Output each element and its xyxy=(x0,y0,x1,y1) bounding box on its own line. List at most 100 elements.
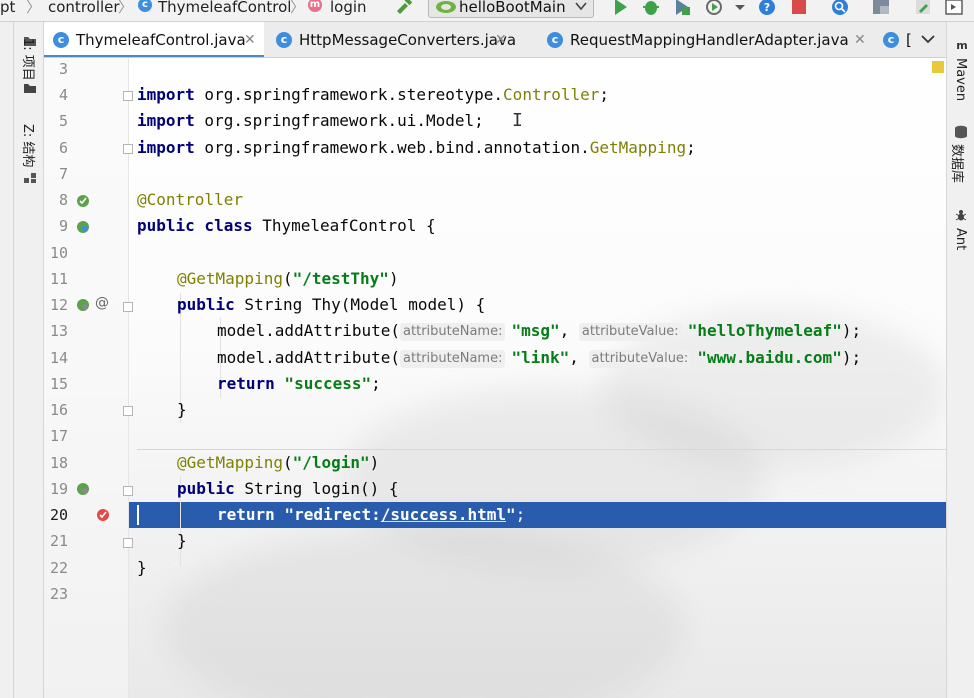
class-icon: c xyxy=(883,32,899,48)
close-icon[interactable]: ✕ xyxy=(244,22,256,57)
code-text: String Thy(Model model) { xyxy=(234,295,486,314)
structure-tool-button[interactable]: Z: 结构 xyxy=(20,124,39,167)
project-tool-button[interactable]: 1: 项目 xyxy=(20,38,39,81)
terminal-icon[interactable] xyxy=(944,0,964,17)
fold-marker[interactable] xyxy=(123,91,133,101)
code-text: ( xyxy=(282,269,293,288)
code-line-14[interactable]: model.addAttribute(attributeName: "link",… xyxy=(217,345,861,371)
code-text: , xyxy=(559,321,579,340)
code-text: ); xyxy=(841,321,862,340)
code-line-5[interactable]: import org.springframework.ui.Model; xyxy=(137,108,484,134)
breadcrumb-separator: 〉 xyxy=(118,0,134,16)
search-icon[interactable] xyxy=(830,0,850,17)
line-number: 14 xyxy=(49,349,68,367)
code-text: ; xyxy=(515,505,526,524)
line-number: 9 xyxy=(58,217,68,235)
mouse-text-cursor-icon: I xyxy=(512,110,523,131)
at-annotation-icon[interactable]: @ xyxy=(95,295,109,311)
profile-icon[interactable] xyxy=(704,0,724,17)
fold-marker[interactable] xyxy=(123,538,133,548)
run-configuration-selector[interactable]: helloBootMain xyxy=(428,0,594,18)
chevron-down-icon xyxy=(575,2,587,11)
annotation: @GetMapping xyxy=(177,453,283,472)
breadcrumb-item-method[interactable]: login xyxy=(330,0,367,17)
code-line-11[interactable]: @GetMapping("/testThy") xyxy=(177,266,399,292)
maven-tool-button[interactable]: Maven xyxy=(953,58,968,101)
warning-stripe-marker[interactable] xyxy=(932,61,944,73)
database-tool-button[interactable]: 数据库 xyxy=(949,144,968,183)
code-line-20[interactable]: return "redirect:/success.html"; xyxy=(217,502,525,528)
parameter-hint: attributeValue: xyxy=(578,322,682,341)
keyword: import xyxy=(137,111,195,130)
folder-icon xyxy=(24,84,36,93)
stop-icon[interactable] xyxy=(789,0,809,17)
tab-requestmappinghandleradapter[interactable]: c RequestMappingHandlerAdapter.java ✕ xyxy=(538,22,874,57)
breadcrumb-item-project[interactable]: pt xyxy=(0,0,15,17)
coverage-icon[interactable] xyxy=(672,0,692,17)
svg-text:m: m xyxy=(956,39,967,52)
breadcrumb-item-package[interactable]: controller xyxy=(48,0,120,17)
debug-icon[interactable] xyxy=(641,0,661,17)
chevron-down-icon[interactable] xyxy=(921,34,935,44)
line-number: 12 xyxy=(49,296,68,314)
edit-icon[interactable] xyxy=(913,0,933,17)
help-icon[interactable]: ? xyxy=(757,0,777,17)
string-literal: "success" xyxy=(274,374,372,393)
run-configuration-label: helloBootMain xyxy=(459,0,566,16)
line-number: 6 xyxy=(58,139,68,157)
tab-overflow[interactable]: c [ xyxy=(874,22,914,57)
code-line-12[interactable]: public String Thy(Model model) { xyxy=(177,292,485,318)
code-line-16[interactable]: } xyxy=(177,397,187,423)
breadcrumb-item-class[interactable]: ThymeleafControl xyxy=(158,0,291,17)
code-text: } xyxy=(177,400,187,419)
class-icon: c xyxy=(547,32,563,48)
code-line-6[interactable]: import org.springframework.web.bind.anno… xyxy=(137,135,696,161)
fold-marker[interactable] xyxy=(123,144,133,154)
code-line-18[interactable]: @GetMapping("/login") xyxy=(177,450,379,476)
line-number: 3 xyxy=(58,60,68,78)
fold-marker[interactable] xyxy=(123,486,133,496)
line-number: 4 xyxy=(58,86,68,104)
line-number: 7 xyxy=(58,165,68,183)
code-line-4[interactable]: import org.springframework.stereotype.Co… xyxy=(137,82,609,108)
class-icon: c xyxy=(138,0,152,12)
fold-marker[interactable] xyxy=(123,302,133,312)
string-literal: "redirect: xyxy=(274,505,381,524)
close-icon[interactable]: ✕ xyxy=(854,22,866,57)
close-icon[interactable]: ✕ xyxy=(495,22,507,57)
code-line-19[interactable]: public String login() { xyxy=(177,476,399,502)
build-icon[interactable] xyxy=(394,0,414,17)
code-text: ; xyxy=(599,85,610,104)
fold-marker[interactable] xyxy=(123,406,133,416)
line-number: 11 xyxy=(49,270,68,288)
annotation: @GetMapping xyxy=(177,269,283,288)
code-line-13[interactable]: model.addAttribute(attributeName: "msg", … xyxy=(217,318,861,344)
code-text: model.addAttribute( xyxy=(217,321,401,340)
tab-thymeleafcontrol[interactable]: c ThymeleafControl.java ✕ xyxy=(44,22,264,57)
chevron-down-icon[interactable] xyxy=(730,0,750,17)
request-mapping-icon[interactable] xyxy=(76,298,90,312)
code-editor[interactable]: 3 4 5 6 7 8 9 10 11 12 13 14 15 16 17 18… xyxy=(44,58,946,698)
code-text: ThymeleafControl { xyxy=(252,216,436,235)
code-text: org.springframework.stereotype. xyxy=(194,85,504,104)
run-icon[interactable] xyxy=(610,0,630,17)
code-line-22[interactable]: } xyxy=(137,555,147,581)
code-text: } xyxy=(177,531,187,550)
request-mapping-icon[interactable] xyxy=(76,482,90,496)
code-line-9[interactable]: public class ThymeleafControl { xyxy=(137,213,436,239)
code-line-15[interactable]: return "success"; xyxy=(217,371,381,397)
breakpoint-icon[interactable] xyxy=(96,508,110,522)
ant-icon xyxy=(955,210,967,221)
maven-icon: m xyxy=(956,39,967,52)
line-number: 18 xyxy=(49,454,68,472)
structure-icon[interactable] xyxy=(871,0,891,17)
spring-bean-icon[interactable] xyxy=(76,220,90,234)
ant-tool-button[interactable]: Ant xyxy=(953,228,968,250)
code-symbol: GetMapping xyxy=(589,138,687,157)
code-line-8[interactable]: @Controller xyxy=(137,187,243,213)
string-literal: " xyxy=(506,505,516,524)
tab-httpmessageconverters[interactable]: c HttpMessageConverters.java ✕ xyxy=(267,22,516,57)
spring-bean-icon[interactable] xyxy=(76,194,90,208)
code-line-21[interactable]: } xyxy=(177,528,187,554)
string-literal-link[interactable]: /success.html xyxy=(381,505,506,524)
